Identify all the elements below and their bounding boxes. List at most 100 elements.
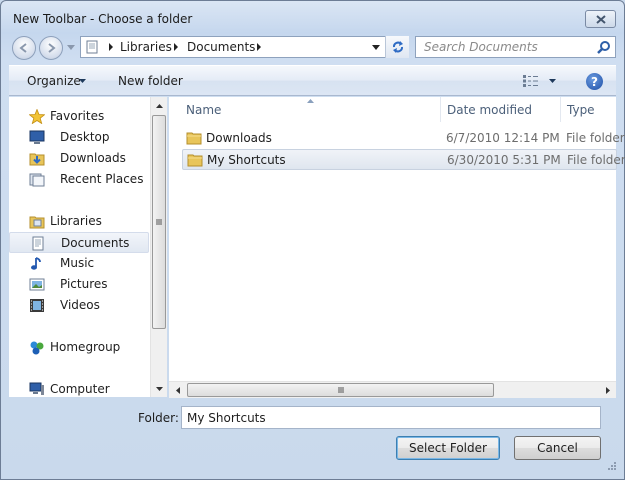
scroll-right-arrow-icon bbox=[605, 386, 610, 394]
column-header-date[interactable]: Date modified bbox=[441, 97, 561, 122]
file-list: Name Date modified Type Downloads 6/7/20… bbox=[169, 97, 625, 397]
file-name: Downloads bbox=[206, 131, 272, 145]
folder-label: Folder: bbox=[138, 411, 179, 425]
forward-arrow-icon bbox=[48, 43, 56, 53]
organize-button[interactable]: Organize bbox=[27, 74, 81, 88]
cancel-button[interactable]: Cancel bbox=[514, 436, 601, 460]
downloads-folder-icon bbox=[29, 153, 45, 166]
nav-item-label: Downloads bbox=[60, 151, 126, 165]
nav-favorites[interactable]: Favorites bbox=[9, 106, 149, 127]
homegroup-icon bbox=[30, 341, 44, 355]
scroll-up-button[interactable] bbox=[151, 97, 167, 114]
pictures-icon bbox=[29, 278, 45, 291]
favorites-star-icon bbox=[29, 109, 45, 124]
breadcrumb-libraries[interactable]: Libraries bbox=[120, 40, 172, 54]
help-button[interactable]: ? bbox=[586, 73, 603, 90]
view-options-chevron-icon[interactable] bbox=[549, 79, 556, 83]
breadcrumb-chevron-icon[interactable] bbox=[172, 42, 180, 52]
videos-icon bbox=[30, 299, 44, 312]
libraries-icon bbox=[86, 40, 98, 54]
dialog-window: New Toolbar - Choose a folder Libraries … bbox=[0, 0, 625, 480]
file-list-horizontal-scrollbar[interactable] bbox=[169, 381, 616, 398]
title-bar[interactable]: New Toolbar - Choose a folder bbox=[1, 1, 624, 35]
scroll-down-button[interactable] bbox=[151, 380, 167, 397]
column-header-type[interactable]: Type bbox=[561, 97, 616, 122]
documents-icon bbox=[32, 236, 44, 251]
column-name-label: Name bbox=[186, 103, 222, 117]
nav-item-downloads[interactable]: Downloads bbox=[9, 148, 149, 169]
window-title: New Toolbar - Choose a folder bbox=[13, 12, 193, 26]
nav-homegroup[interactable]: Homegroup bbox=[9, 337, 149, 358]
desktop-icon bbox=[29, 130, 45, 144]
scroll-grip-icon bbox=[338, 387, 344, 393]
sort-ascending-icon bbox=[307, 99, 314, 103]
nav-item-label: Music bbox=[60, 256, 95, 270]
recent-pages-dropdown-icon[interactable] bbox=[67, 45, 75, 50]
scroll-left-button[interactable] bbox=[169, 382, 186, 398]
close-button[interactable] bbox=[585, 10, 616, 28]
nav-item-music[interactable]: Music bbox=[9, 253, 149, 274]
navigation-pane-scrollbar[interactable] bbox=[150, 97, 167, 397]
scroll-up-arrow-icon bbox=[155, 103, 163, 108]
file-row[interactable]: Downloads 6/7/2010 12:14 PM File folder bbox=[182, 128, 625, 149]
music-icon bbox=[31, 257, 41, 270]
command-bar: Organize New folder ? bbox=[9, 65, 616, 96]
scroll-down-arrow-icon bbox=[155, 386, 163, 391]
refresh-button[interactable] bbox=[385, 36, 409, 58]
nav-libraries[interactable]: Libraries bbox=[9, 211, 149, 232]
nav-item-label: Documents bbox=[61, 236, 130, 250]
search-placeholder: Search Documents bbox=[424, 40, 538, 54]
new-folder-button[interactable]: New folder bbox=[118, 74, 183, 88]
folder-icon bbox=[187, 154, 203, 167]
scroll-left-arrow-icon bbox=[175, 386, 180, 394]
refresh-icon bbox=[392, 41, 403, 53]
address-bar[interactable]: Libraries Documents bbox=[80, 36, 409, 58]
recent-places-icon bbox=[29, 173, 45, 187]
resize-grip-icon[interactable] bbox=[605, 461, 617, 473]
help-icon: ? bbox=[591, 74, 598, 89]
nav-item-videos[interactable]: Videos bbox=[9, 295, 149, 316]
forward-button[interactable] bbox=[39, 36, 63, 60]
file-type: File folder bbox=[566, 131, 625, 145]
breadcrumb-chevron-icon[interactable] bbox=[107, 42, 115, 52]
column-type-label: Type bbox=[567, 103, 595, 117]
scroll-grip-icon bbox=[156, 219, 162, 225]
nav-favorites-label: Favorites bbox=[50, 109, 105, 123]
file-type: File folder bbox=[567, 153, 625, 167]
change-view-icon[interactable] bbox=[523, 75, 539, 87]
back-button[interactable] bbox=[12, 36, 36, 60]
nav-item-recent-places[interactable]: Recent Places bbox=[9, 169, 149, 190]
folder-name-field[interactable] bbox=[181, 406, 601, 429]
select-folder-button[interactable]: Select Folder bbox=[396, 436, 500, 460]
nav-computer-label: Computer bbox=[50, 382, 110, 396]
libraries-folder-icon bbox=[29, 216, 45, 229]
search-box[interactable]: Search Documents bbox=[415, 36, 616, 58]
breadcrumb-chevron-icon[interactable] bbox=[255, 42, 263, 52]
nav-homegroup-label: Homegroup bbox=[50, 340, 121, 354]
nav-item-label: Pictures bbox=[60, 277, 108, 291]
file-date: 6/7/2010 12:14 PM bbox=[446, 131, 560, 145]
file-name: My Shortcuts bbox=[207, 153, 286, 167]
nav-item-desktop[interactable]: Desktop bbox=[9, 127, 149, 148]
nav-item-label: Recent Places bbox=[60, 172, 144, 186]
scroll-thumb[interactable] bbox=[187, 383, 494, 397]
nav-item-documents[interactable]: Documents bbox=[9, 232, 149, 253]
chevron-down-icon[interactable] bbox=[79, 79, 86, 83]
scroll-thumb[interactable] bbox=[152, 115, 166, 329]
close-icon bbox=[595, 14, 606, 24]
breadcrumb-documents[interactable]: Documents bbox=[187, 40, 255, 54]
nav-item-label: Desktop bbox=[60, 130, 110, 144]
scroll-right-button[interactable] bbox=[599, 382, 616, 398]
folder-icon bbox=[186, 132, 202, 145]
nav-computer[interactable]: Computer bbox=[9, 379, 149, 400]
column-date-label: Date modified bbox=[447, 103, 533, 117]
file-row[interactable]: My Shortcuts 6/30/2010 5:31 PM File fold… bbox=[182, 149, 625, 170]
back-arrow-icon bbox=[19, 43, 27, 53]
computer-icon bbox=[29, 382, 44, 395]
search-icon[interactable] bbox=[597, 40, 611, 54]
nav-item-pictures[interactable]: Pictures bbox=[9, 274, 149, 295]
nav-libraries-label: Libraries bbox=[50, 214, 102, 228]
address-dropdown-button[interactable] bbox=[369, 37, 383, 57]
navigation-pane: Favorites Desktop Downloads Recent Place… bbox=[9, 97, 165, 397]
column-header-name[interactable]: Name bbox=[169, 97, 441, 122]
